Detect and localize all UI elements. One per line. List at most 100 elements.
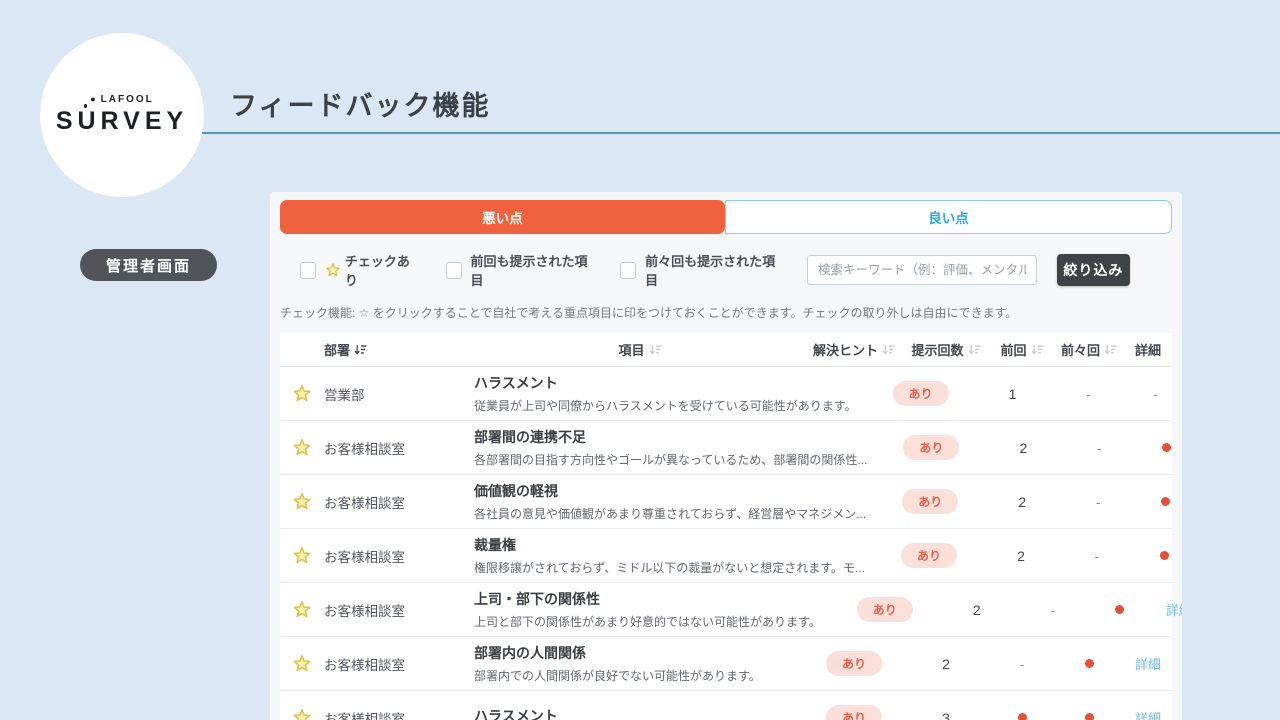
- presented-dot: [1018, 713, 1027, 720]
- header-department-label: 部署: [324, 340, 350, 359]
- sort-icon[interactable]: [354, 344, 367, 356]
- department-cell: お客様相談室: [324, 438, 474, 458]
- filter-prev-group: 前回も提示された項目: [446, 251, 593, 289]
- prev-filter-label: 前回も提示された項目: [471, 251, 593, 289]
- prev-cell: -: [1057, 386, 1121, 402]
- logo-brand-small: ● LAFOOL: [90, 94, 154, 105]
- item-title: ハラスメント: [474, 706, 790, 720]
- header-item[interactable]: 項目: [474, 340, 806, 359]
- item-description: 部署内での人間関係が良好でない可能性があります。: [474, 667, 790, 684]
- hint-badge: あり: [901, 543, 957, 568]
- header-prev[interactable]: 前回: [990, 340, 1054, 359]
- detail-cell: 詳細: [1155, 600, 1182, 619]
- presented-dot: [1162, 443, 1171, 452]
- star-icon[interactable]: [292, 546, 312, 565]
- table-row: 営業部 ハラスメント 従業員が上司や同僚からハラスメントを受けている可能性があり…: [280, 367, 1172, 421]
- hint-cell: あり: [883, 435, 979, 460]
- item-title: 価値観の軽視: [474, 481, 866, 501]
- table-row: お客様相談室 価値観の軽視 各社員の意見や価値観があまり尊重されておらず、経営層…: [280, 475, 1172, 529]
- page-title: フィードバック機能: [230, 84, 490, 123]
- header-hint[interactable]: 解決ヒント: [806, 340, 902, 359]
- star-icon[interactable]: [292, 654, 312, 673]
- feedback-table: 部署 項目 解決ヒント 提示: [280, 333, 1172, 720]
- item-title: 裁量権: [474, 535, 865, 555]
- prev-filter-checkbox[interactable]: [446, 262, 462, 279]
- item-cell: 部署間の連携不足 各部署間の目指す方向性やゴールが異なっているため、部署間の関係…: [474, 427, 883, 468]
- presented-dot: [1085, 659, 1094, 668]
- sort-icon[interactable]: [1031, 344, 1044, 356]
- item-cell: ハラスメント: [474, 706, 806, 720]
- logo-dot-icon: ●: [90, 95, 97, 104]
- star-cell: [280, 384, 324, 403]
- department-cell: お客様相談室: [324, 492, 474, 512]
- item-description: 各社員の意見や価値観があまり尊重されておらず、経営層やマネジメン...: [474, 505, 866, 522]
- hint-badge: あり: [902, 489, 958, 514]
- checked-filter-label: チェックあり: [325, 251, 417, 289]
- header-item-label: 項目: [618, 340, 644, 359]
- presented-dot: [1161, 497, 1170, 506]
- star-cell: [280, 654, 324, 673]
- star-cell: [280, 492, 324, 511]
- sort-icon[interactable]: [1104, 344, 1117, 356]
- sort-icon[interactable]: [649, 344, 662, 356]
- table-row: お客様相談室 部署間の連携不足 各部署間の目指す方向性やゴールが異なっているため…: [280, 421, 1172, 475]
- header-prev2[interactable]: 前々回: [1054, 340, 1124, 359]
- department-cell: お客様相談室: [324, 708, 474, 720]
- tab-bad-points[interactable]: 悪い点: [280, 200, 725, 234]
- filter-button[interactable]: 絞り込み: [1057, 254, 1130, 286]
- hint-cell: あり: [806, 705, 902, 720]
- item-cell: 裁量権 権限移譲がされておらず、ミドル以下の裁量がないと想定されます。モ...: [474, 535, 881, 576]
- table-body: 営業部 ハラスメント 従業員が上司や同僚からハラスメントを受けている可能性があり…: [280, 367, 1172, 720]
- search-input[interactable]: [807, 255, 1037, 285]
- prev-cell: -: [1065, 548, 1129, 564]
- star-icon[interactable]: [292, 492, 312, 511]
- star-cell: [280, 708, 324, 720]
- item-description: 上司と部下の関係性があまり好意的ではない可能性があります。: [474, 613, 821, 630]
- presented-dot: [1160, 551, 1169, 560]
- presented-dot: [1115, 605, 1124, 614]
- prev2-filter-checkbox[interactable]: [620, 262, 636, 279]
- header-count[interactable]: 提示回数: [902, 340, 990, 359]
- checked-filter-text: チェックあり: [345, 251, 418, 289]
- star-cell: [280, 546, 324, 565]
- presented-dot: [1085, 713, 1094, 720]
- header-prev2-label: 前々回: [1061, 340, 1100, 359]
- header-department[interactable]: 部署: [324, 340, 474, 359]
- prev2-cell: [1129, 551, 1182, 560]
- prev-cell: [990, 713, 1054, 720]
- count-cell: 2: [977, 548, 1065, 564]
- department-cell: お客様相談室: [324, 546, 474, 566]
- item-description: 各部署間の目指す方向性やゴールが異なっているため、部署間の関係性...: [474, 451, 867, 468]
- count-cell: 2: [979, 440, 1067, 456]
- star-icon[interactable]: [292, 600, 312, 619]
- item-description: 権限移譲がされておらず、ミドル以下の裁量がないと想定されます。モ...: [474, 559, 865, 576]
- prev2-cell: [1085, 605, 1155, 614]
- hint-badge: あり: [903, 435, 959, 460]
- hint-badge: あり: [826, 651, 882, 676]
- item-title: 部署内の人間関係: [474, 643, 790, 663]
- item-title: ハラスメント: [474, 373, 857, 393]
- sort-icon[interactable]: [968, 344, 981, 356]
- star-icon[interactable]: [292, 708, 312, 720]
- header-prev-label: 前回: [1000, 340, 1026, 359]
- u-dot-accent: [84, 104, 88, 108]
- count-cell: 2: [978, 494, 1066, 510]
- prev-cell: -: [1067, 440, 1131, 456]
- hint-badge: あり: [826, 705, 882, 720]
- tab-good-points[interactable]: 良い点: [725, 200, 1172, 234]
- detail-link[interactable]: 詳細: [1135, 654, 1161, 673]
- sort-icon[interactable]: [882, 344, 895, 356]
- detail-link[interactable]: 詳細: [1135, 708, 1161, 720]
- hint-cell: あり: [837, 597, 933, 622]
- detail-link[interactable]: 詳細: [1166, 600, 1182, 619]
- star-icon[interactable]: [292, 438, 312, 457]
- item-cell: ハラスメント 従業員が上司や同僚からハラスメントを受けている可能性があります。: [474, 373, 873, 414]
- star-cell: [280, 438, 324, 457]
- tab-bar: 悪い点 良い点: [280, 200, 1172, 234]
- checked-filter-checkbox[interactable]: [300, 262, 316, 279]
- filter-prev2-group: 前々回も提示された項目: [620, 251, 779, 289]
- header-detail-label: 詳細: [1135, 340, 1161, 359]
- filter-checked-group: チェックあり: [300, 251, 418, 289]
- prev2-cell: [1131, 443, 1182, 452]
- star-icon[interactable]: [292, 384, 312, 403]
